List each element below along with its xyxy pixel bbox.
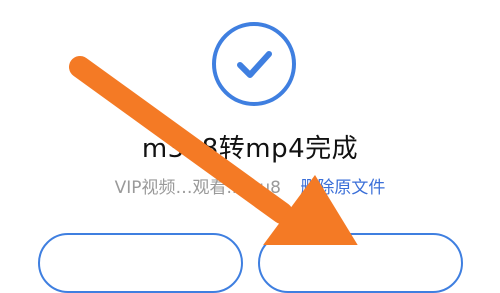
conversion-complete-dialog: m3u8转mp4完成 VIP视频…观看.m3u8 删除原文件 — [0, 0, 500, 293]
delete-original-file-link[interactable]: 删除原文件 — [300, 178, 385, 198]
dialog-title: m3u8转mp4完成 — [141, 134, 359, 164]
action-button-right[interactable] — [258, 233, 463, 293]
check-circle-icon — [212, 22, 296, 106]
checkmark-icon — [237, 51, 272, 78]
source-file-name: VIP视频…观看.m3u8 — [114, 178, 281, 198]
action-button-left[interactable] — [38, 233, 243, 293]
file-info-row: VIP视频…观看.m3u8 删除原文件 — [0, 173, 500, 198]
